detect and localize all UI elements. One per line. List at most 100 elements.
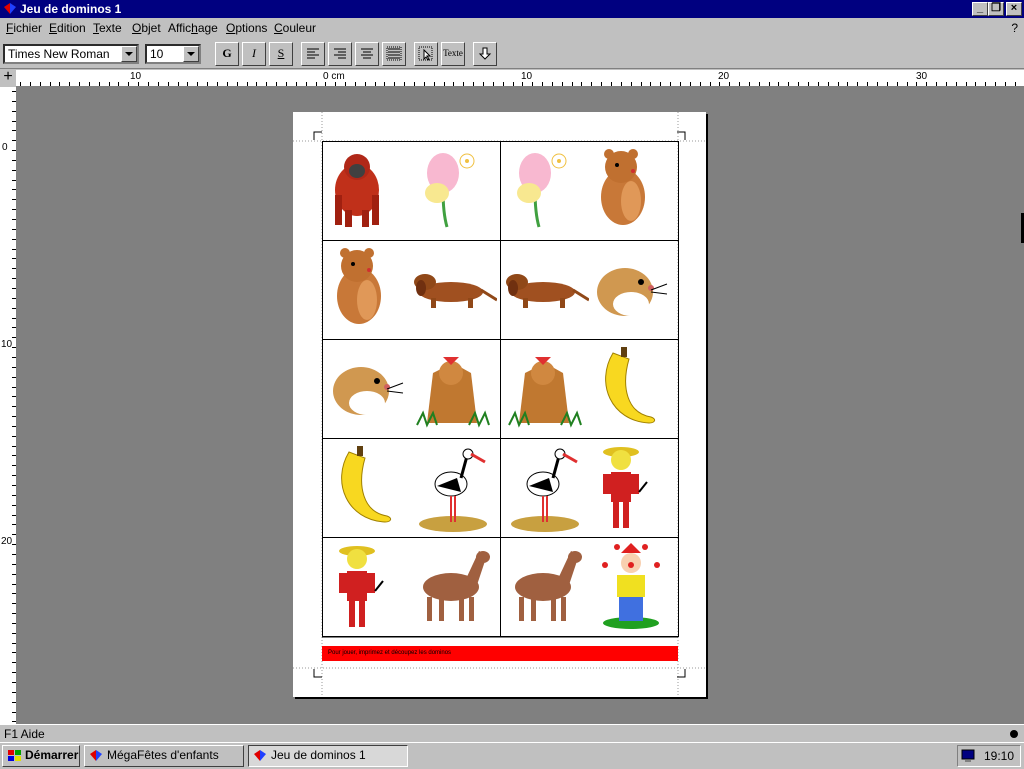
domino-card[interactable] xyxy=(323,439,501,537)
menu-affichage[interactable]: Affichage xyxy=(168,21,218,35)
menu-bar: Fichier Edition Texte Objet Affichage Op… xyxy=(0,18,1024,38)
domino-card[interactable] xyxy=(323,538,501,636)
ruler-tick xyxy=(12,623,16,624)
close-button[interactable]: × xyxy=(1006,2,1022,16)
minimize-button[interactable]: _ xyxy=(972,2,988,16)
align-center-icon xyxy=(361,48,373,59)
horizontal-ruler[interactable]: 10 0 cm 10 20 30 xyxy=(16,70,1024,87)
footer-banner[interactable]: Pour jouer, imprimez et découpez les dom… xyxy=(322,646,678,661)
ruler-tick xyxy=(12,239,16,240)
ruler-tick xyxy=(12,554,16,555)
hamster-picture xyxy=(333,367,404,415)
ruler-tick xyxy=(404,82,405,86)
ruler-tick xyxy=(118,82,119,86)
ruler-tick xyxy=(12,189,16,190)
select-tool-button[interactable] xyxy=(414,42,438,66)
menu-edition[interactable]: Edition xyxy=(49,21,86,35)
start-button[interactable]: Démarrer xyxy=(2,745,80,767)
title-bar: Jeu de dominos 1 _ ❐ × xyxy=(0,0,1024,18)
menu-options[interactable]: Options xyxy=(226,21,267,35)
stork-picture xyxy=(511,448,579,532)
domino-card[interactable] xyxy=(501,142,679,240)
align-center-button[interactable] xyxy=(355,42,379,66)
domino-card[interactable] xyxy=(501,538,679,636)
menu-fichier[interactable]: Fichier xyxy=(6,21,42,35)
domino-card[interactable] xyxy=(501,439,679,537)
domino-card[interactable] xyxy=(323,340,501,438)
ruler-tick xyxy=(12,288,16,289)
ruler-tick xyxy=(12,692,16,693)
ruler-tick xyxy=(1015,82,1016,86)
domino-card[interactable] xyxy=(501,340,679,438)
ruler-tick xyxy=(12,643,16,644)
windows-logo-icon xyxy=(8,750,21,761)
ruler-tick xyxy=(522,82,523,86)
ruler-tick xyxy=(759,82,760,86)
ruler-origin[interactable]: + xyxy=(0,69,16,86)
ruler-tick xyxy=(453,82,454,86)
ruler-tick xyxy=(808,82,809,86)
ruler-tick xyxy=(59,82,60,86)
font-family-select[interactable]: Times New Roman xyxy=(3,44,139,64)
menu-couleur[interactable]: Couleur xyxy=(274,21,316,35)
ruler-tick xyxy=(532,82,533,86)
domino-card[interactable] xyxy=(323,241,501,339)
vertical-ruler[interactable]: 0 10 20 xyxy=(0,87,17,724)
align-right-button[interactable] xyxy=(328,42,352,66)
taskbar-item-jeu-de-dominos[interactable]: Jeu de dominos 1 xyxy=(248,745,408,767)
dachshund-picture xyxy=(414,274,497,308)
help-menu[interactable]: ? xyxy=(1011,21,1018,35)
ruler-tick xyxy=(276,82,277,86)
ruler-tick xyxy=(316,82,317,86)
ruler-tick xyxy=(493,82,494,86)
align-left-icon xyxy=(307,48,319,59)
ruler-label: 10 xyxy=(130,71,142,82)
ruler-tick xyxy=(12,318,16,319)
ruler-tick xyxy=(12,446,16,447)
app-icon xyxy=(90,750,102,761)
italic-button[interactable]: I xyxy=(242,42,266,66)
download-icon xyxy=(478,47,492,60)
ruler-tick xyxy=(700,82,701,86)
ruler-tick xyxy=(690,82,691,86)
menu-objet[interactable]: Objet xyxy=(132,21,161,35)
ruler-tick xyxy=(266,82,267,86)
domino-card[interactable] xyxy=(501,241,679,339)
ruler-tick xyxy=(503,82,504,86)
chevron-down-icon[interactable] xyxy=(183,46,199,62)
bold-button[interactable]: G xyxy=(215,42,239,66)
taskbar-item-megafetes[interactable]: MégaFêtes d'enfants xyxy=(84,745,244,767)
justify-icon xyxy=(386,46,402,61)
import-button[interactable] xyxy=(473,42,497,66)
ruler-label: 10 xyxy=(1,339,13,350)
app-icon[interactable] xyxy=(3,2,17,16)
menu-texte[interactable]: Texte xyxy=(93,21,122,35)
ruler-tick xyxy=(109,82,110,86)
foal-picture xyxy=(515,551,582,625)
ruler-tick xyxy=(12,160,16,161)
ruler-tick xyxy=(217,82,218,86)
font-size-value: 10 xyxy=(150,47,164,61)
ruler-tick xyxy=(50,82,51,86)
ruler-tick xyxy=(12,170,16,171)
clown-picture xyxy=(602,543,660,629)
ruler-tick xyxy=(12,544,16,545)
ruler-tick xyxy=(956,82,957,86)
ruler-tick xyxy=(966,82,967,86)
ruler-tick xyxy=(365,82,366,86)
font-size-select[interactable]: 10 xyxy=(145,44,201,64)
justify-button[interactable] xyxy=(382,42,406,66)
chevron-down-icon[interactable] xyxy=(121,46,137,62)
ruler-tick xyxy=(12,308,16,309)
domino-card[interactable] xyxy=(323,142,501,240)
shadow-button[interactable]: S xyxy=(269,42,293,66)
ruler-tick xyxy=(670,82,671,86)
ruler-tick xyxy=(572,82,573,86)
monitor-icon[interactable] xyxy=(961,749,977,763)
restore-button[interactable]: ❐ xyxy=(988,2,1004,16)
ruler-tick xyxy=(12,633,16,634)
window-title: Jeu de dominos 1 xyxy=(20,2,122,16)
ruler-tick xyxy=(12,416,16,417)
align-left-button[interactable] xyxy=(301,42,325,66)
text-tool-button[interactable]: Texte xyxy=(441,42,465,66)
